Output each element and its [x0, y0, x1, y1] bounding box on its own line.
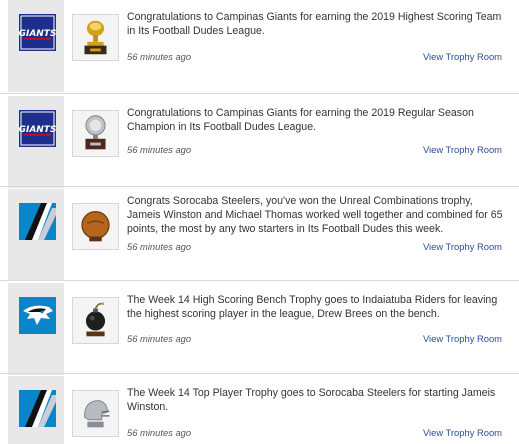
silver-trophy-icon[interactable] — [72, 110, 119, 157]
feed-item: GIANTS Congratulations to Campinas Giant… — [0, 0, 519, 92]
bomb-trophy-icon[interactable] — [72, 297, 119, 344]
timestamp: 56 minutes ago — [127, 333, 192, 344]
feed-item: Congrats Sorocaba Steelers, you've won t… — [0, 189, 519, 281]
panthers-stripe-logo-icon[interactable] — [19, 390, 56, 427]
panthers-head-logo-icon[interactable] — [19, 297, 56, 334]
feed-message: Congrats Sorocaba Steelers, you've won t… — [127, 195, 503, 235]
timestamp: 56 minutes ago — [127, 51, 192, 62]
feed-item: GIANTS Congratulations to Campinas Giant… — [0, 96, 519, 188]
view-trophy-room-link[interactable]: View Trophy Room — [423, 333, 502, 344]
giants-logo-icon[interactable]: GIANTS — [19, 110, 56, 147]
view-trophy-room-link[interactable]: View Trophy Room — [423, 241, 502, 252]
timestamp: 56 minutes ago — [127, 427, 192, 438]
feed-message: Congratulations to Campinas Giants for e… — [127, 107, 474, 133]
football-trophy-icon[interactable] — [72, 203, 119, 250]
feed-item: The Week 14 Top Player Trophy goes to So… — [0, 376, 519, 444]
svg-text:GIANTS: GIANTS — [19, 29, 56, 39]
team-logo-column — [8, 283, 64, 375]
feed-message: The Week 14 High Scoring Bench Trophy go… — [127, 294, 498, 320]
trophy-feed: GIANTS Congratulations to Campinas Giant… — [0, 0, 519, 444]
team-logo-column: GIANTS — [8, 0, 64, 92]
divider — [0, 373, 519, 374]
divider — [0, 186, 519, 187]
giants-logo-icon[interactable]: GIANTS — [19, 14, 56, 51]
team-logo-column — [8, 376, 64, 444]
svg-text:GIANTS: GIANTS — [19, 125, 56, 135]
gold-trophy-icon[interactable] — [72, 14, 119, 61]
feed-message: The Week 14 Top Player Trophy goes to So… — [127, 387, 496, 413]
divider — [0, 280, 519, 281]
divider — [0, 93, 519, 94]
view-trophy-room-link[interactable]: View Trophy Room — [423, 427, 502, 438]
view-trophy-room-link[interactable]: View Trophy Room — [423, 51, 502, 62]
panthers-stripe-logo-icon[interactable] — [19, 203, 56, 240]
helmet-trophy-icon[interactable] — [72, 390, 119, 437]
timestamp: 56 minutes ago — [127, 241, 192, 252]
team-logo-column: GIANTS — [8, 96, 64, 188]
timestamp: 56 minutes ago — [127, 144, 192, 155]
feed-message: Congratulations to Campinas Giants for e… — [127, 11, 502, 37]
view-trophy-room-link[interactable]: View Trophy Room — [423, 144, 502, 155]
team-logo-column — [8, 189, 64, 281]
feed-item: The Week 14 High Scoring Bench Trophy go… — [0, 283, 519, 375]
